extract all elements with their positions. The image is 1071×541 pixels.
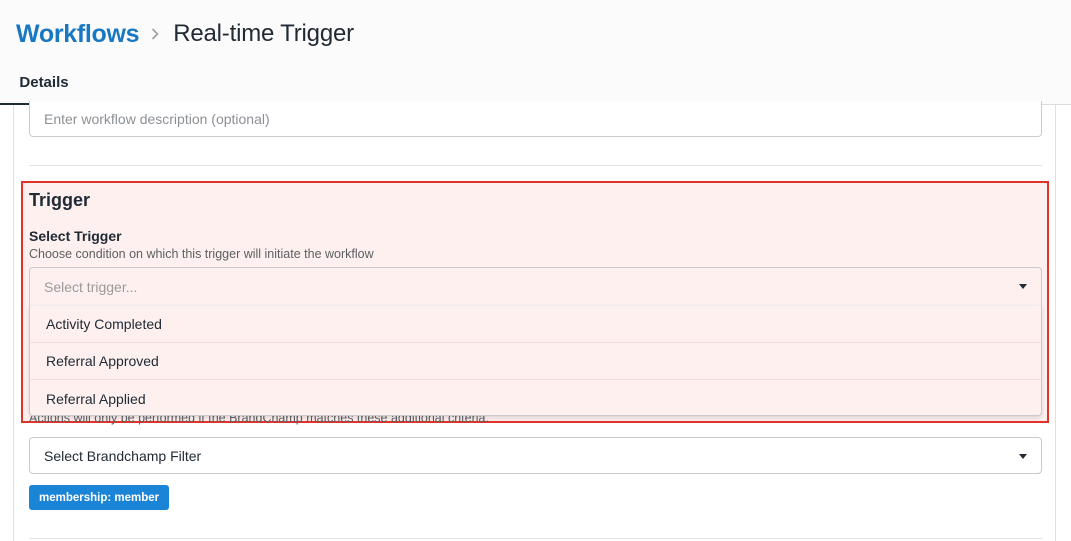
trigger-select-placeholder: Select trigger... [44, 278, 138, 295]
trigger-option-referral-approved[interactable]: Referral Approved [30, 343, 1041, 380]
breadcrumb: Workflows Real-time Trigger [16, 18, 354, 50]
caret-down-icon [1019, 454, 1027, 459]
trigger-dropdown-menu: Activity Completed Referral Approved Ref… [29, 305, 1042, 416]
caret-down-icon [1019, 284, 1027, 289]
trigger-option-activity-completed[interactable]: Activity Completed [30, 306, 1041, 343]
section-divider [29, 538, 1042, 539]
brandchamp-filter-value: Select Brandchamp Filter [44, 447, 202, 464]
page-header: Workflows Real-time Trigger Details [0, 0, 1071, 105]
chevron-right-icon [151, 28, 159, 40]
trigger-section-title: Trigger [29, 190, 91, 210]
page-title: Real-time Trigger [173, 20, 354, 47]
section-divider [29, 165, 1042, 166]
tab-details[interactable]: Details [0, 62, 88, 105]
filter-hint-text: Actions will only be performed if the Br… [29, 416, 489, 425]
select-trigger-help: Choose condition on which this trigger w… [29, 247, 374, 261]
membership-tag[interactable]: membership: member [29, 485, 170, 510]
breadcrumb-workflows-link[interactable]: Workflows [16, 20, 140, 49]
select-trigger-label: Select Trigger [29, 228, 122, 244]
filter-hint: Actions will only be performed if the Br… [29, 416, 1042, 429]
workflow-description-input[interactable]: Enter workflow description (optional) [29, 101, 1042, 137]
brandchamp-filter-select[interactable]: Select Brandchamp Filter [29, 437, 1042, 474]
trigger-option-referral-applied[interactable]: Referral Applied [30, 380, 1041, 417]
trigger-select[interactable]: Select trigger... [29, 267, 1042, 305]
